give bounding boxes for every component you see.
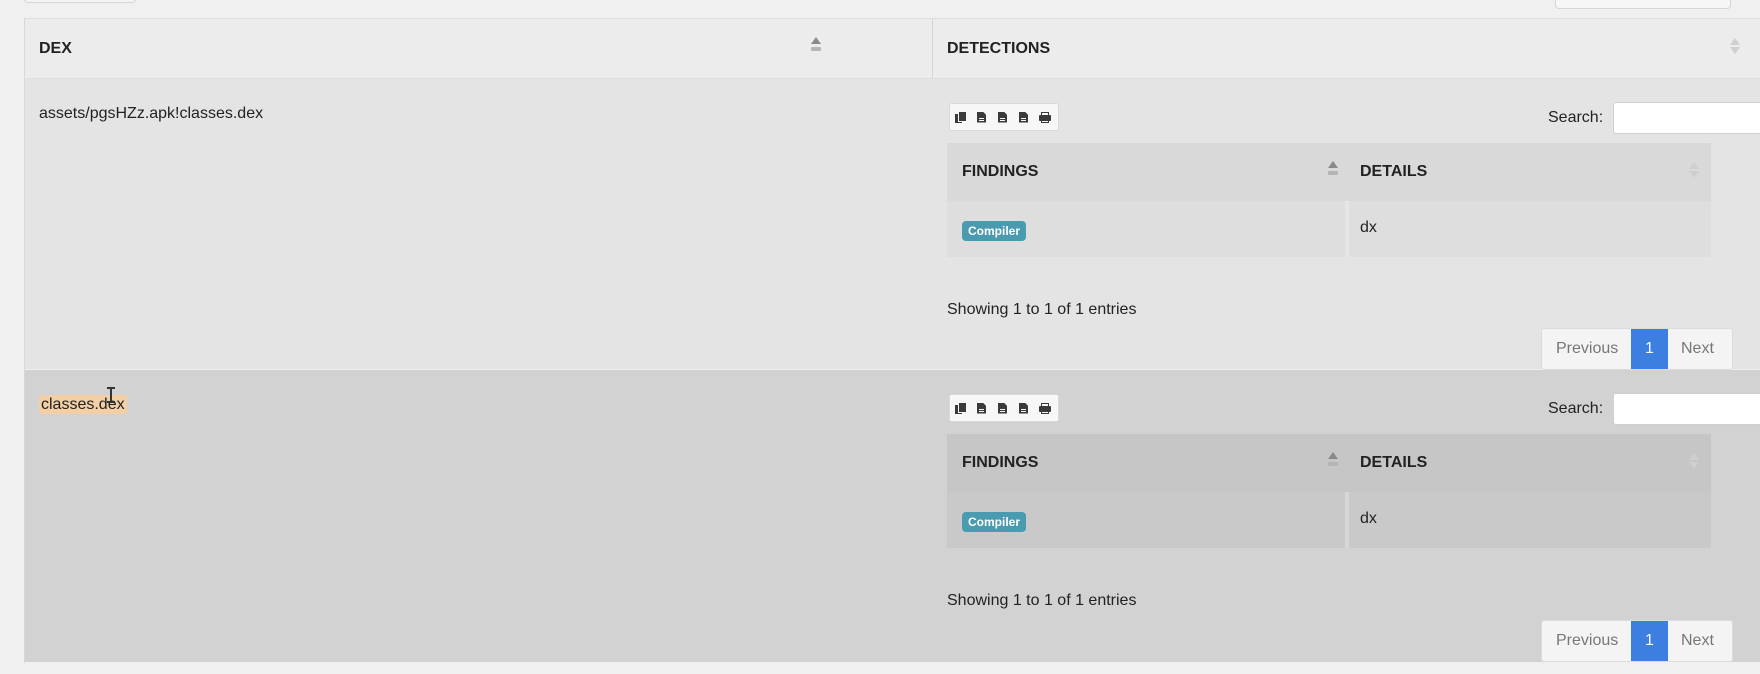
print-button[interactable] (1034, 104, 1055, 130)
copy-button[interactable] (950, 104, 971, 130)
column-divider (1345, 201, 1349, 257)
page-button-1[interactable]: 1 (1631, 621, 1668, 661)
finding-badge: Compiler (962, 221, 1027, 241)
top-button-stub (24, 0, 136, 3)
findings-table: FINDINGS DETAILS Compiler dx (947, 434, 1711, 548)
copy-icon (955, 402, 966, 414)
search-label: Search: (1548, 400, 1604, 417)
table-info: Showing 1 to 1 of 1 entries (947, 301, 1137, 318)
csv-button[interactable] (971, 104, 992, 130)
search-input[interactable] (1613, 102, 1760, 134)
column-divider (1345, 492, 1349, 548)
csv-button[interactable] (971, 395, 992, 421)
csv-icon (977, 111, 986, 123)
column-header-findings[interactable]: FINDINGS (962, 143, 1038, 201)
table-row (947, 492, 1711, 548)
text-cursor-icon (107, 387, 115, 403)
print-icon (1038, 402, 1051, 414)
excel-icon (998, 111, 1007, 123)
sort-icon[interactable] (1689, 452, 1699, 470)
copy-icon (955, 111, 966, 123)
column-header-details[interactable]: DETAILS (1360, 434, 1427, 492)
sort-asc-icon[interactable] (811, 37, 821, 44)
table-row: assets/pgsHZz.apk!classes.dex Search: FI… (25, 79, 1760, 370)
excel-button[interactable] (992, 395, 1013, 421)
dex-file-name: classes.dex (39, 395, 127, 414)
pdf-button[interactable] (1013, 104, 1034, 130)
pdf-icon (1019, 402, 1028, 414)
findings-table-header: FINDINGS DETAILS (947, 143, 1711, 201)
excel-icon (998, 402, 1007, 414)
detections-cell: Search: FINDINGS DETAILS Compiler dx Sho… (947, 79, 1760, 370)
dex-file-name: assets/pgsHZz.apk!classes.dex (39, 105, 264, 122)
print-button[interactable] (1034, 395, 1055, 421)
next-page-button[interactable]: Next (1668, 329, 1732, 369)
column-header-dex[interactable]: DEX (39, 19, 72, 78)
finding-detail: dx (1360, 219, 1377, 236)
next-page-button[interactable]: Next (1668, 621, 1732, 661)
export-button-group (949, 394, 1059, 422)
sort-desc-icon[interactable] (1328, 171, 1338, 175)
column-divider (932, 19, 933, 78)
sort-asc-icon[interactable] (1328, 161, 1338, 168)
pagination: Previous 1 Next (1541, 620, 1733, 662)
findings-table: FINDINGS DETAILS Compiler dx (947, 143, 1711, 257)
sort-desc-icon[interactable] (1328, 462, 1338, 466)
pdf-icon (1019, 111, 1028, 123)
search-input[interactable] (1613, 393, 1760, 425)
copy-button[interactable] (950, 395, 971, 421)
table-info: Showing 1 to 1 of 1 entries (947, 592, 1137, 609)
sort-icon[interactable] (1689, 161, 1699, 179)
findings-table-header: FINDINGS DETAILS (947, 434, 1711, 492)
finding-detail: dx (1360, 510, 1377, 527)
sort-desc-icon[interactable] (811, 47, 821, 51)
detections-cell: Search: FINDINGS DETAILS Compiler dx Sho… (947, 370, 1760, 662)
sort-asc-icon[interactable] (1328, 452, 1338, 459)
dex-table-header: DEX DETECTIONS (25, 18, 1760, 80)
top-control-stub (1555, 0, 1731, 9)
column-header-detections[interactable]: DETECTIONS (947, 19, 1050, 78)
export-button-group (949, 103, 1059, 131)
dex-table: DEX DETECTIONS assets/pgsHZz.apk!classes… (24, 18, 1760, 663)
search-label: Search: (1548, 109, 1604, 126)
previous-page-button[interactable]: Previous (1542, 621, 1631, 661)
finding-badge: Compiler (962, 512, 1027, 532)
pagination: Previous 1 Next (1541, 328, 1733, 370)
column-header-details[interactable]: DETAILS (1360, 143, 1427, 201)
sort-icon[interactable] (1730, 37, 1740, 55)
dex-file-cell: classes.dex (39, 395, 127, 414)
previous-page-button[interactable]: Previous (1542, 329, 1631, 369)
page-button-1[interactable]: 1 (1631, 329, 1668, 369)
table-row (947, 201, 1711, 257)
excel-button[interactable] (992, 104, 1013, 130)
table-row: classes.dex Search: FINDINGS DETAILS Com… (25, 370, 1760, 662)
csv-icon (977, 402, 986, 414)
pdf-button[interactable] (1013, 395, 1034, 421)
column-header-findings[interactable]: FINDINGS (962, 434, 1038, 492)
print-icon (1038, 111, 1051, 123)
